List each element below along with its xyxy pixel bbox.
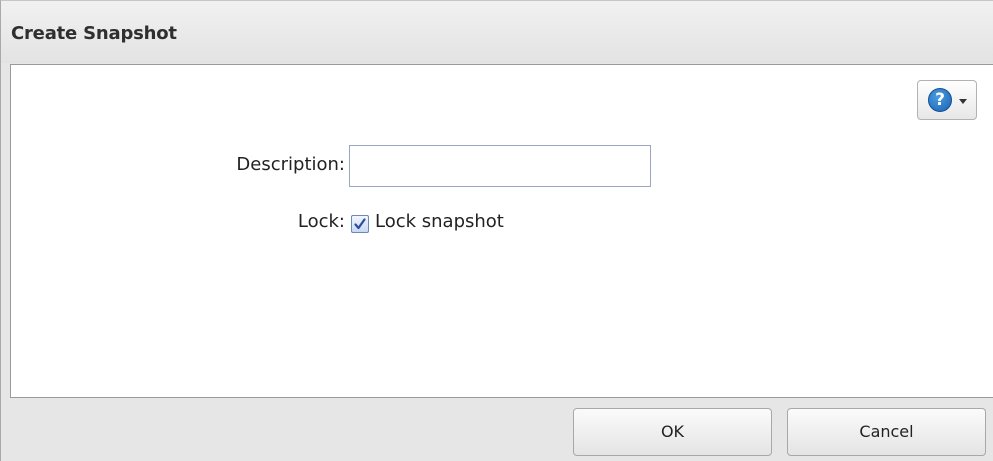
- lock-snapshot-checkbox[interactable]: [351, 215, 369, 233]
- ok-button[interactable]: OK: [573, 408, 772, 456]
- dialog-title-bar: Create Snapshot: [1, 1, 993, 63]
- description-label: Description:: [236, 154, 345, 175]
- lock-label: Lock:: [297, 211, 345, 232]
- checkmark-icon: [354, 218, 366, 230]
- create-snapshot-dialog: Create Snapshot ? Description: Lock: Loc…: [0, 0, 993, 461]
- help-menu-button[interactable]: ?: [917, 80, 977, 120]
- dialog-content-panel: ? Description: Lock: Lock snapshot: [10, 64, 993, 398]
- lock-snapshot-label[interactable]: Lock snapshot: [375, 211, 504, 232]
- caret-down-icon: [959, 99, 967, 104]
- help-icon: ?: [928, 88, 952, 112]
- cancel-button[interactable]: Cancel: [787, 408, 986, 456]
- description-input[interactable]: [349, 145, 651, 187]
- dialog-title: Create Snapshot: [11, 23, 177, 44]
